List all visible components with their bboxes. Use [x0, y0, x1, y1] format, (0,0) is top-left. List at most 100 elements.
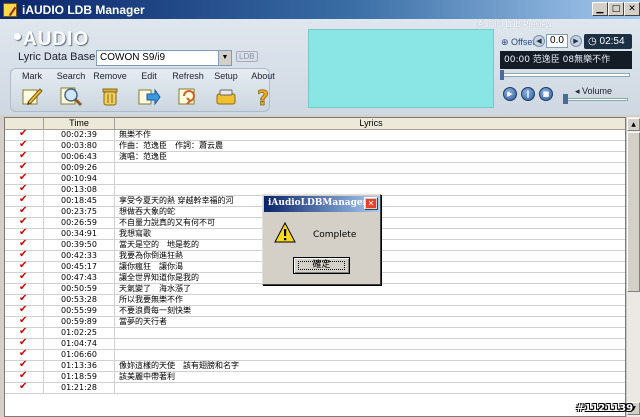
preview-title: iAUDIO LDB Preview [476, 20, 552, 29]
time-cell[interactable]: 01:13:36 [43, 361, 115, 372]
mark-cell[interactable]: ✔ [5, 382, 43, 394]
header-time[interactable]: Time [43, 118, 115, 130]
dialog-close-button[interactable]: ✕ [364, 197, 378, 210]
time-cell[interactable]: 00:50:59 [43, 284, 115, 295]
lcd-lyric-display: 00:00 范逸臣 08無樂不作 [500, 51, 632, 69]
time-cell[interactable]: 00:18:45 [43, 196, 115, 207]
close-icon: ✕ [366, 199, 376, 208]
offset-decrease-button[interactable]: ◀ [533, 35, 545, 47]
lyric-cell[interactable]: 當夢的天行者 [119, 317, 625, 327]
time-cell[interactable]: 00:59:89 [43, 317, 115, 328]
time-cell[interactable]: 01:18:59 [43, 372, 115, 383]
volume-thumb[interactable] [563, 94, 568, 104]
time-cell[interactable]: 01:02:25 [43, 328, 115, 339]
time-cell[interactable]: 00:53:28 [43, 295, 115, 306]
table-row[interactable]: ✔ 01:18:59 該美麗中帶著利 [5, 371, 625, 383]
table-row[interactable]: ✔ 00:59:89 當夢的天行者 [5, 315, 625, 328]
play-button[interactable]: ▶ [503, 87, 517, 101]
maximize-button[interactable]: □ [608, 2, 624, 16]
time-cell[interactable]: 00:09:26 [43, 163, 115, 174]
refresh-button[interactable]: Refresh [169, 71, 207, 111]
refresh-icon [178, 88, 195, 105]
vertical-scrollbar[interactable]: ▲ ▼ [626, 117, 640, 417]
lyric-cell[interactable]: 該美麗中帶著利 [119, 372, 625, 382]
lyric-cell[interactable]: 不要浪費每一刻快樂 [119, 306, 625, 316]
device-select[interactable]: COWON S9/i9 ▼ [96, 50, 232, 66]
time-cell[interactable]: 00:42:33 [43, 251, 115, 262]
remove-label: Remove [93, 71, 127, 81]
scroll-thumb[interactable] [627, 132, 640, 292]
checkmark-icon: ✔ [19, 315, 28, 326]
table-row[interactable]: ✔ 00:50:59 天氣變了 海水漲了 [5, 283, 625, 295]
stop-button[interactable]: ■ [539, 87, 553, 101]
time-cell[interactable]: 00:06:43 [43, 152, 115, 163]
offset-label: ⊕ Offset [501, 37, 535, 47]
table-row[interactable]: ✔ 00:06:43 演唱：范逸臣 [5, 151, 625, 163]
header-lyrics[interactable]: Lyrics [115, 118, 625, 130]
time-cell[interactable]: 01:21:28 [43, 383, 115, 394]
table-row[interactable]: ✔ 00:53:28 所以我要無樂不作 [5, 294, 625, 306]
search-button[interactable]: Search [52, 71, 90, 111]
time-cell[interactable]: 00:34:91 [43, 229, 115, 240]
lyric-cell[interactable]: 天氣變了 海水漲了 [119, 284, 625, 294]
offset-value-field[interactable]: 0.0 [546, 34, 568, 48]
edit-button[interactable]: Edit [130, 71, 168, 111]
seek-thumb[interactable] [500, 70, 504, 80]
checkmark-icon: ✔ [19, 194, 28, 205]
checkmark-icon: ✔ [19, 260, 28, 271]
dropdown-arrow-icon[interactable]: ▼ [218, 51, 231, 65]
time-cell[interactable]: 00:26:59 [43, 218, 115, 229]
time-cell[interactable]: 00:47:43 [43, 273, 115, 284]
checkmark-icon: ✔ [19, 172, 28, 183]
time-cell[interactable]: 00:39:50 [43, 240, 115, 251]
time-cell[interactable]: 00:55:99 [43, 306, 115, 317]
table-row[interactable]: ✔ 01:04:74 [5, 338, 625, 350]
table-row[interactable]: ✔ 01:13:36 像妳這樣的天使 該有翅膀和名字 [5, 360, 625, 372]
lyric-cell[interactable]: 像妳這樣的天使 該有翅膀和名字 [119, 361, 625, 371]
checkmark-icon: ✔ [19, 304, 28, 315]
about-button[interactable]: About ? [244, 71, 282, 111]
device-select-value: COWON S9/i9 [100, 52, 166, 63]
time-cell[interactable]: 00:13:08 [43, 185, 115, 196]
checkmark-icon: ✔ [19, 183, 28, 194]
volume-slider[interactable] [566, 98, 628, 101]
lyric-cell[interactable]: 所以我要無樂不作 [119, 295, 625, 305]
lyric-cell[interactable]: 作曲：范逸臣 作詞：蕭云農 [119, 141, 625, 151]
table-row[interactable]: ✔ 01:21:28 [5, 382, 625, 394]
minimize-button[interactable]: ▁ [592, 2, 608, 16]
refresh-label: Refresh [172, 71, 204, 81]
time-cell[interactable]: 01:06:60 [43, 350, 115, 361]
clock-text: 02:54 [599, 36, 625, 47]
app-icon [3, 2, 17, 17]
close-button[interactable]: ✕ [624, 2, 640, 16]
time-cell[interactable]: 00:03:80 [43, 141, 115, 152]
app-window: iAUDIO LDB Manager ▁ □ ✕ AUDIO Lyric Dat… [0, 0, 640, 417]
time-cell[interactable]: 00:23:75 [43, 207, 115, 218]
seek-bar[interactable] [502, 73, 630, 77]
ok-button[interactable]: 確定 [293, 257, 350, 274]
remove-button[interactable]: Remove [91, 71, 129, 111]
offset-increase-button[interactable]: ▶ [570, 35, 582, 47]
table-row[interactable]: ✔ 01:06:60 [5, 349, 625, 361]
setup-button[interactable]: Setup [207, 71, 245, 111]
checkmark-icon: ✔ [19, 161, 28, 172]
time-cell[interactable]: 00:02:39 [43, 130, 115, 141]
time-cell[interactable]: 01:04:74 [43, 339, 115, 350]
pause-button[interactable]: ‖ [521, 87, 535, 101]
mark-button[interactable]: Mark [13, 71, 51, 111]
scroll-up-icon[interactable]: ▲ [627, 118, 640, 131]
table-row[interactable]: ✔ 00:10:94 [5, 172, 625, 185]
checkmark-icon: ✔ [19, 128, 28, 139]
checkmark-icon: ✔ [19, 249, 28, 260]
lyric-cell[interactable]: 演唱：范逸臣 [119, 152, 625, 162]
table-row[interactable]: ✔ 00:03:80 作曲：范逸臣 作詞：蕭云農 [5, 140, 625, 152]
table-row[interactable]: ✔ 00:55:99 不要浪費每一刻快樂 [5, 304, 625, 317]
dialog-message: Complete [313, 230, 357, 240]
table-row[interactable]: ✔ 00:02:39 無樂不作 [5, 128, 625, 141]
volume-label-text: Volume [582, 86, 613, 96]
table-row[interactable]: ✔ 00:09:26 [5, 161, 625, 174]
lyric-cell[interactable]: 無樂不作 [119, 130, 625, 140]
time-cell[interactable]: 00:10:94 [43, 174, 115, 185]
table-row[interactable]: ✔ 01:02:25 [5, 327, 625, 339]
time-cell[interactable]: 00:45:17 [43, 262, 115, 273]
